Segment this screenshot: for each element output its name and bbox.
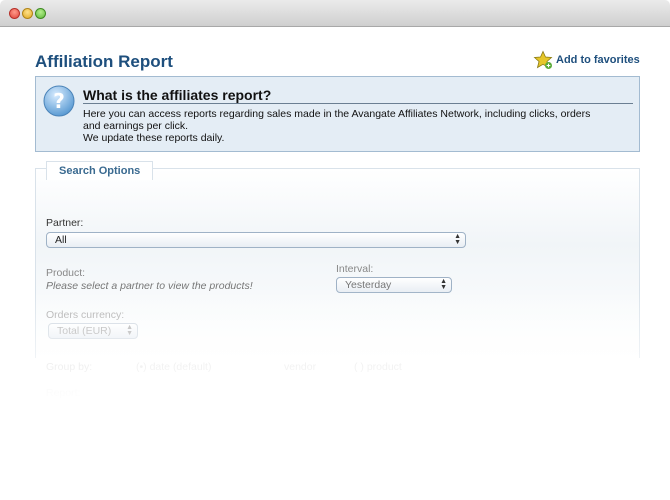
product-hint: Please select a partner to view the prod… — [46, 280, 253, 292]
info-heading: What is the affiliates report? — [83, 87, 272, 103]
search-options-panel: Search Options Partner: All ▲ ▼ Product: … — [35, 161, 640, 399]
currency-select-value: Total (EUR) — [57, 325, 112, 337]
group-by-date-option[interactable]: (•) date (default) — [136, 361, 211, 373]
add-to-favorites-link[interactable]: Add to favorites — [533, 50, 640, 70]
search-options-legend: Search Options — [46, 161, 154, 180]
select-arrows-icon: ▲ ▼ — [126, 324, 133, 337]
interval-select[interactable]: Yesterday ▲ ▼ — [336, 277, 452, 293]
info-divider — [83, 103, 633, 104]
product-label: Product: — [46, 267, 86, 279]
page-content: Affiliation Report Add to favorites ? Wh… — [0, 28, 670, 500]
info-line-3: We update these reports daily. — [83, 132, 225, 144]
select-arrows-icon: ▲ ▼ — [454, 233, 461, 246]
add-to-favorites-label: Add to favorites — [556, 54, 640, 66]
zoom-window-button[interactable] — [35, 8, 46, 19]
select-arrows-icon: ▲ ▼ — [440, 278, 447, 291]
page-title: Affiliation Report — [35, 52, 173, 71]
star-icon — [533, 50, 553, 69]
group-by-product-option[interactable]: ( ) product — [354, 361, 402, 373]
interval-label: Interval: — [336, 263, 374, 275]
partner-select-value: All — [55, 234, 67, 246]
info-line-1: Here you can access reports regarding sa… — [83, 108, 591, 120]
interval-select-value: Yesterday — [345, 279, 392, 291]
info-line-2: and earnings per click. — [83, 120, 189, 132]
info-box: ? What is the affiliates report? Here yo… — [35, 76, 640, 152]
partner-select[interactable]: All ▲ ▼ — [46, 232, 466, 248]
currency-label: Orders currency: — [46, 309, 125, 321]
close-window-button[interactable] — [9, 8, 20, 19]
window-titlebar — [0, 0, 670, 27]
currency-select[interactable]: Total (EUR) ▲ ▼ — [48, 323, 138, 339]
info-description: Here you can access reports regarding sa… — [83, 108, 633, 144]
group-by-label: Group by: — [46, 361, 93, 373]
minimize-window-button[interactable] — [22, 8, 33, 19]
report-label: Report: — [46, 387, 81, 399]
svg-text:?: ? — [53, 89, 65, 113]
partner-label: Partner: — [46, 217, 84, 229]
help-icon: ? — [43, 85, 75, 117]
group-by-vendor-option[interactable]: vendor — [284, 361, 316, 373]
